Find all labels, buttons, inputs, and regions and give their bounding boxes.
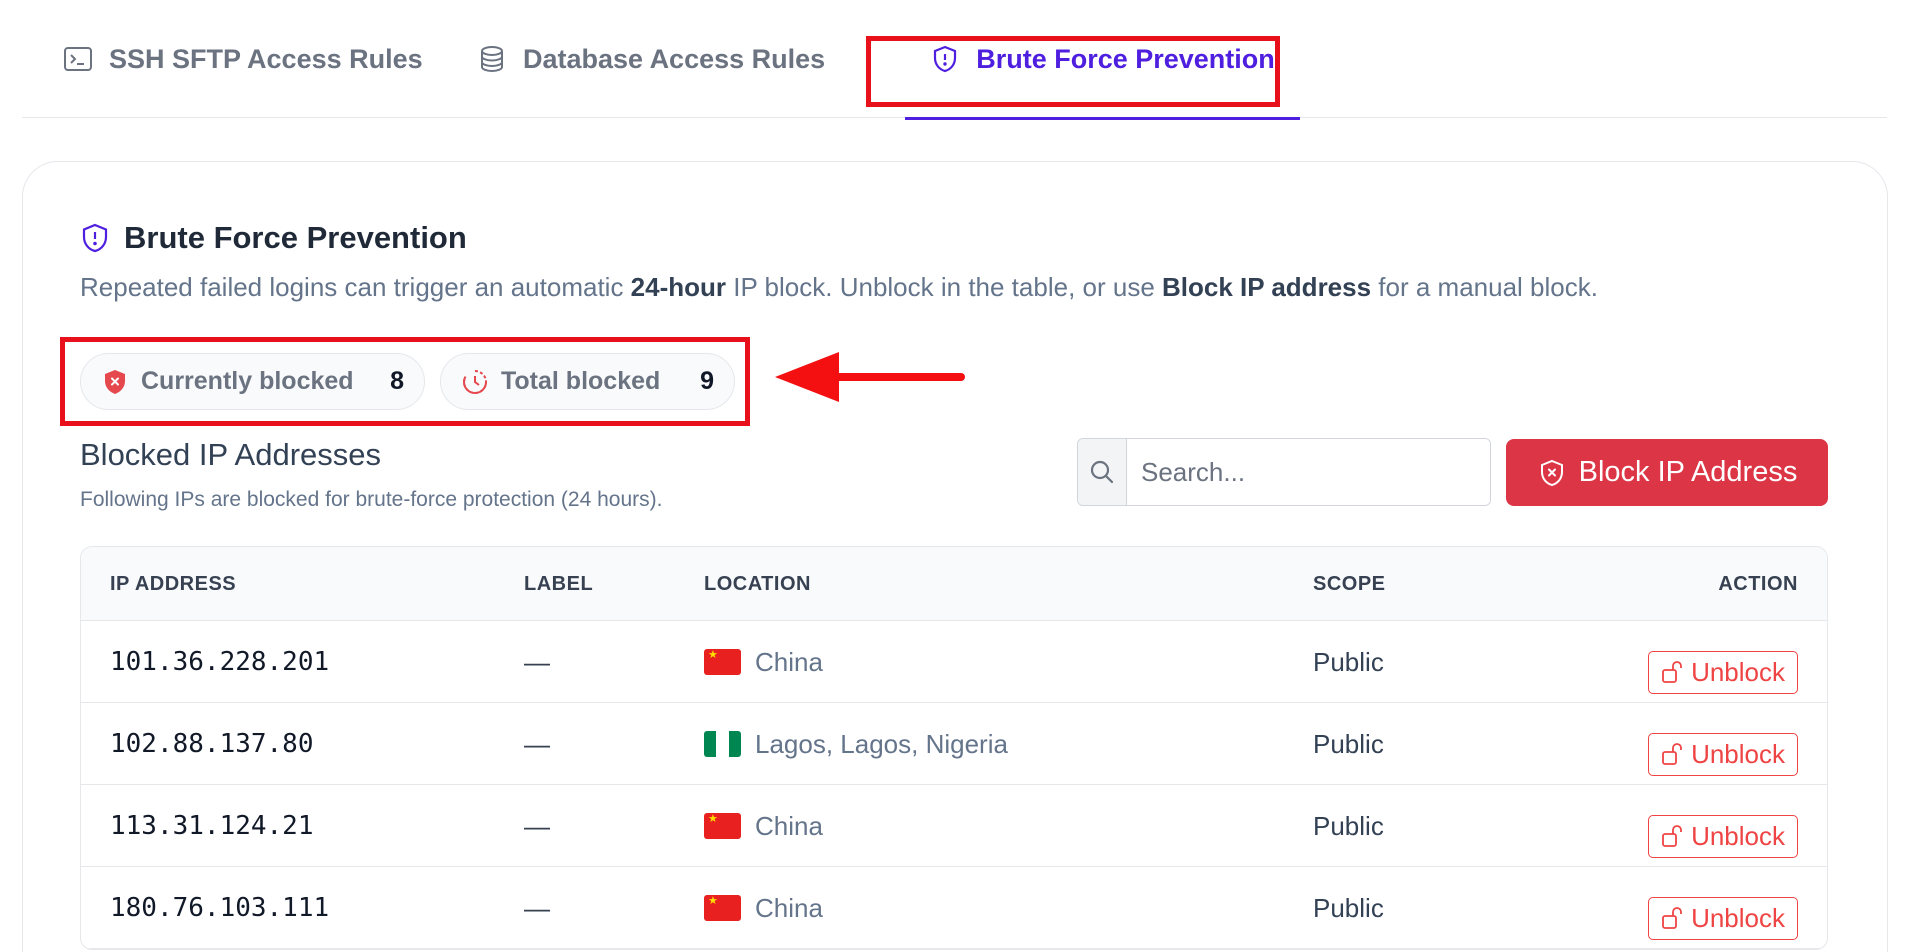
tab-database-access-rules[interactable]: Database Access Rules (477, 0, 825, 118)
action-cell: Unblock (1648, 703, 1798, 785)
ip-address: 101.36.228.201 (110, 647, 330, 677)
stat-total-blocked: Total blocked 9 (440, 353, 735, 410)
action-cell: Unblock (1648, 785, 1798, 867)
unblock-label: Unblock (1691, 902, 1785, 933)
ip-label: — (524, 892, 550, 923)
location-text: Lagos, Lagos, Nigeria (755, 728, 1008, 759)
terminal-icon (63, 44, 93, 74)
description-bold-action: Block IP address (1162, 272, 1372, 302)
unblock-button[interactable]: Unblock (1648, 896, 1798, 940)
column-header-location[interactable]: LOCATION (704, 547, 811, 621)
china-flag-icon (704, 813, 741, 839)
block-ip-button-label: Block IP Address (1578, 456, 1798, 488)
unblock-label: Unblock (1691, 820, 1785, 851)
annotation-arrow (775, 352, 965, 402)
stat-label: Currently blocked (141, 367, 354, 395)
search-box (1077, 438, 1491, 506)
ip-label: — (524, 810, 550, 841)
action-cell: Unblock (1648, 867, 1798, 949)
ip-scope: Public (1313, 810, 1384, 841)
ip-scope: Public (1313, 892, 1384, 923)
tab-label: Brute Force Prevention (976, 43, 1275, 74)
ip-address: 180.76.103.111 (110, 893, 330, 923)
ip-label: — (524, 728, 550, 759)
nigeria-flag-icon (704, 731, 741, 757)
column-header-action: ACTION (1718, 573, 1798, 595)
tab-label: Database Access Rules (523, 43, 826, 74)
search-icon (1078, 439, 1127, 505)
section-title-text: Brute Force Prevention (124, 220, 467, 255)
unblock-label: Unblock (1691, 738, 1785, 769)
unblock-button[interactable]: Unblock (1648, 814, 1798, 858)
location-text: China (755, 646, 823, 677)
table-row: 113.31.124.21 — China Public Unblock (81, 785, 1827, 867)
ip-scope: Public (1313, 728, 1384, 759)
column-header-ip[interactable]: IP ADDRESS (110, 547, 236, 621)
location-text: China (755, 810, 823, 841)
blocked-ips-table: IP ADDRESS LABEL LOCATION SCOPE ACTION 1… (80, 546, 1828, 950)
blocked-ips-subtitle: Following IPs are blocked for brute-forc… (80, 488, 663, 511)
stat-value: 9 (700, 367, 714, 395)
ip-address: 102.88.137.80 (110, 729, 314, 759)
table-row: 102.88.137.80 — Lagos, Lagos, Nigeria Pu… (81, 703, 1827, 785)
unlock-icon (1661, 660, 1683, 684)
blocked-ips-title: Blocked IP Addresses (80, 437, 381, 472)
shield-alert-icon (930, 44, 960, 74)
tab-ssh-sftp-access-rules[interactable]: SSH SFTP Access Rules (63, 0, 423, 118)
ip-label: — (524, 646, 550, 677)
database-icon (477, 44, 507, 74)
table-row: 180.76.103.111 — China Public Unblock (81, 867, 1827, 949)
unlock-icon (1661, 906, 1683, 930)
unblock-button[interactable]: Unblock (1648, 650, 1798, 694)
ip-location: China (704, 621, 823, 703)
description-text: Repeated failed logins can trigger an au… (80, 272, 631, 302)
ip-location: Lagos, Lagos, Nigeria (704, 703, 1008, 785)
stat-currently-blocked: Currently blocked 8 (80, 353, 425, 410)
ip-location: China (704, 785, 823, 867)
china-flag-icon (704, 649, 741, 675)
shield-alert-icon (80, 222, 110, 254)
ip-scope: Public (1313, 646, 1384, 677)
shield-x-icon (1537, 458, 1567, 488)
unlock-icon (1661, 742, 1683, 766)
section-title: Brute Force Prevention (80, 220, 467, 256)
unlock-icon (1661, 824, 1683, 848)
description-text: for a manual block. (1371, 272, 1598, 302)
column-header-label[interactable]: LABEL (524, 547, 593, 621)
block-ip-button[interactable]: Block IP Address (1506, 439, 1828, 506)
china-flag-icon (704, 895, 741, 921)
description-text: IP block. Unblock in the table, or use (726, 272, 1162, 302)
table-header-row: IP ADDRESS LABEL LOCATION SCOPE ACTION (81, 547, 1827, 621)
section-description: Repeated failed logins can trigger an au… (80, 272, 1598, 303)
tab-brute-force-prevention[interactable]: Brute Force Prevention (905, 0, 1300, 120)
ip-location: China (704, 867, 823, 949)
location-text: China (755, 892, 823, 923)
tab-label: SSH SFTP Access Rules (109, 43, 423, 74)
clock-icon (461, 368, 489, 396)
description-bold-duration: 24-hour (630, 272, 727, 302)
action-cell: Unblock (1648, 621, 1798, 703)
ip-address: 113.31.124.21 (110, 811, 314, 841)
stat-label: Total blocked (501, 367, 661, 395)
unblock-label: Unblock (1691, 656, 1785, 687)
stat-value: 8 (390, 367, 404, 395)
unblock-button[interactable]: Unblock (1648, 732, 1798, 776)
shield-x-icon (101, 368, 129, 396)
table-row: 101.36.228.201 — China Public Unblock (81, 621, 1827, 703)
column-header-scope[interactable]: SCOPE (1313, 547, 1386, 621)
tab-bar: SSH SFTP Access Rules Database Access Ru… (22, 0, 1887, 120)
search-input[interactable] (1127, 439, 1490, 505)
